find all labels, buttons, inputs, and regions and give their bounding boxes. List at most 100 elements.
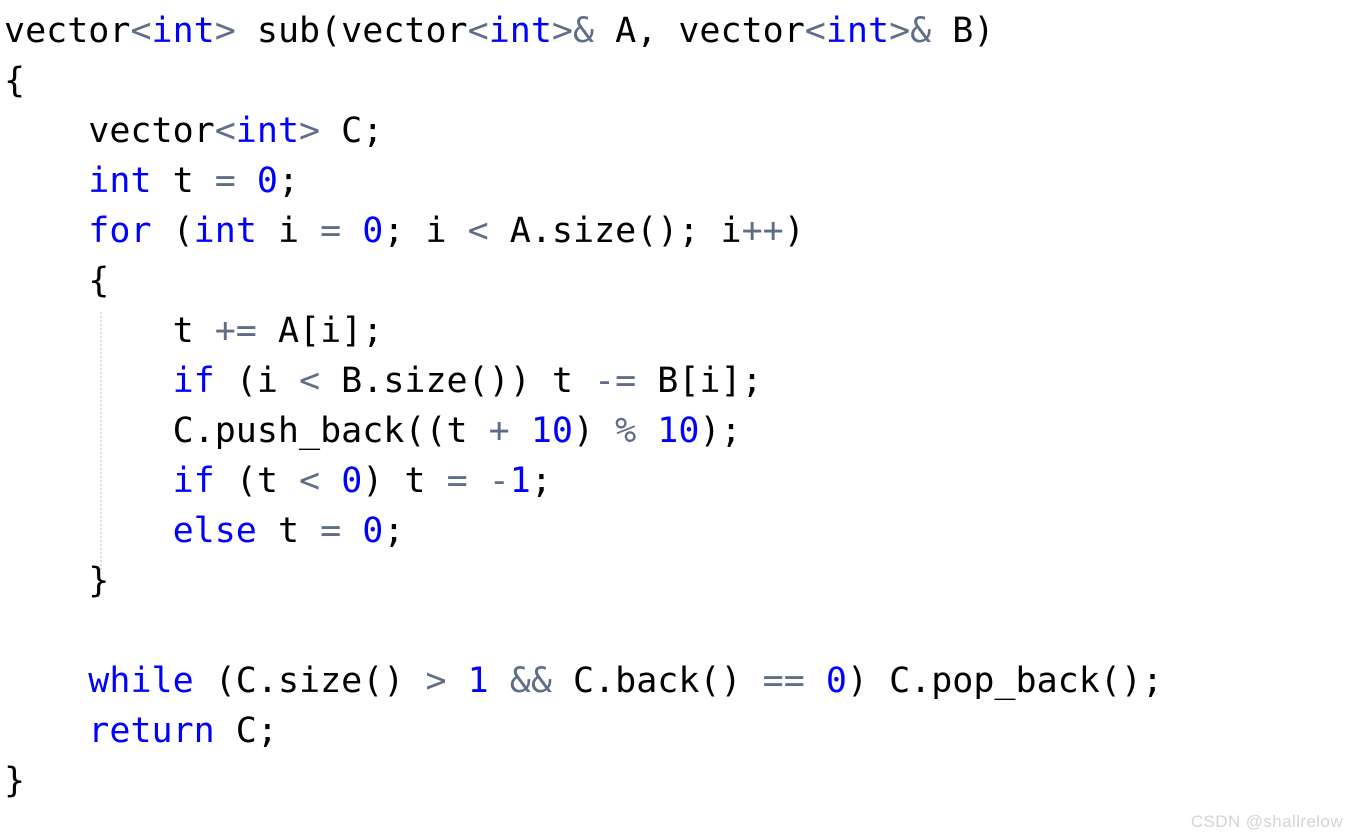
- code-line[interactable]: t += A[i];: [0, 306, 1357, 356]
- code-token-op: ==: [762, 661, 805, 701]
- code-token-plain: C.push_back((t: [4, 411, 489, 451]
- code-token-op: =: [320, 511, 342, 551]
- code-line[interactable]: {: [0, 56, 1357, 106]
- code-token-plain: (: [151, 211, 194, 251]
- code-token-kw: int: [488, 11, 552, 51]
- code-token-plain: ): [783, 211, 805, 251]
- code-token-kw: else: [172, 511, 257, 551]
- code-token-op: +: [488, 411, 510, 451]
- code-token-plain: vector: [4, 111, 215, 151]
- code-line[interactable]: }: [0, 756, 1357, 806]
- code-line[interactable]: while (C.size() > 1 && C.back() == 0) C.…: [0, 656, 1357, 706]
- code-line[interactable]: else t = 0;: [0, 506, 1357, 556]
- code-token-op: =: [446, 461, 468, 501]
- code-line[interactable]: return C;: [0, 706, 1357, 756]
- code-token-plain: C;: [320, 111, 384, 151]
- code-token-kw: if: [172, 461, 215, 501]
- code-token-num: 1: [467, 661, 489, 701]
- code-token-kw: if: [172, 361, 215, 401]
- code-token-plain: ) t: [362, 461, 447, 501]
- code-token-op: <: [467, 211, 489, 251]
- code-token-op: >: [889, 11, 911, 51]
- code-block[interactable]: vector<int> sub(vector<int>& A, vector<i…: [0, 6, 1357, 806]
- code-token-kw: return: [88, 711, 215, 751]
- code-token-plain: C;: [214, 711, 278, 751]
- code-token-op: -=: [594, 361, 637, 401]
- code-token-kw: for: [88, 211, 152, 251]
- code-token-plain: ;: [530, 461, 552, 501]
- code-line[interactable]: vector<int> C;: [0, 106, 1357, 156]
- code-token-op: >: [425, 661, 447, 701]
- code-token-plain: vector: [4, 11, 131, 51]
- code-token-op: >: [299, 111, 321, 151]
- code-token-op: <: [299, 461, 321, 501]
- code-token-plain: B[i];: [636, 361, 763, 401]
- code-token-plain: C.back(): [551, 661, 763, 701]
- code-token-op: +=: [214, 311, 257, 351]
- code-token-op: <: [804, 11, 826, 51]
- code-line[interactable]: C.push_back((t + 10) % 10);: [0, 406, 1357, 456]
- code-token-plain: }: [4, 561, 110, 601]
- code-token-num: 10: [657, 411, 700, 451]
- code-token-plain: A.size(); i: [488, 211, 742, 251]
- code-token-op: <: [214, 111, 236, 151]
- code-token-num: 0: [362, 211, 384, 251]
- code-line[interactable]: if (i < B.size()) t -= B[i];: [0, 356, 1357, 406]
- code-token-plain: (i: [214, 361, 300, 401]
- code-token-plain: ) C.pop_back();: [846, 661, 1164, 701]
- code-token-num: 0: [256, 161, 278, 201]
- code-token-plain: t: [256, 511, 321, 551]
- code-token-op: =: [320, 211, 342, 251]
- code-token-op: <: [130, 11, 152, 51]
- code-token-op: %: [615, 411, 637, 451]
- code-line[interactable]: {: [0, 256, 1357, 306]
- code-line[interactable]: int t = 0;: [0, 156, 1357, 206]
- code-token-plain: ;: [383, 511, 405, 551]
- code-token-plain: sub(vector: [235, 11, 468, 51]
- code-token-plain: (t: [214, 461, 300, 501]
- code-token-kw: int: [825, 11, 890, 51]
- code-token-op: >: [214, 11, 236, 51]
- code-token-plain: {: [4, 261, 110, 301]
- code-token-kw: int: [151, 11, 215, 51]
- code-token-num: 0: [825, 661, 847, 701]
- code-token-op: ++: [741, 211, 784, 251]
- code-token-plain: ; i: [383, 211, 468, 251]
- code-line[interactable]: [0, 606, 1357, 656]
- code-token-op: -: [488, 461, 510, 501]
- code-token-num: 1: [509, 461, 531, 501]
- code-token-plain: B.size()) t: [320, 361, 595, 401]
- code-token-plain: B): [931, 11, 995, 51]
- code-line[interactable]: vector<int> sub(vector<int>& A, vector<i…: [0, 6, 1357, 56]
- code-token-op: <: [299, 361, 321, 401]
- code-line[interactable]: if (t < 0) t = -1;: [0, 456, 1357, 506]
- code-token-plain: t: [4, 311, 215, 351]
- code-token-plain: A[i];: [256, 311, 384, 351]
- code-token-kw: while: [88, 661, 194, 701]
- code-token-plain: ): [572, 411, 616, 451]
- code-line[interactable]: for (int i = 0; i < A.size(); i++): [0, 206, 1357, 256]
- code-token-plain: }: [4, 761, 26, 801]
- code-editor-surface: vector<int> sub(vector<int>& A, vector<i…: [0, 0, 1357, 840]
- code-token-num: 0: [362, 511, 384, 551]
- code-token-op: <: [467, 11, 489, 51]
- code-token-kw: int: [193, 211, 257, 251]
- code-token-plain: (C.size(): [193, 661, 426, 701]
- code-token-num: 10: [530, 411, 573, 451]
- code-token-plain: A, vector: [594, 11, 805, 51]
- code-token-op: &: [572, 11, 595, 51]
- code-token-op: >: [551, 11, 573, 51]
- code-line[interactable]: }: [0, 556, 1357, 606]
